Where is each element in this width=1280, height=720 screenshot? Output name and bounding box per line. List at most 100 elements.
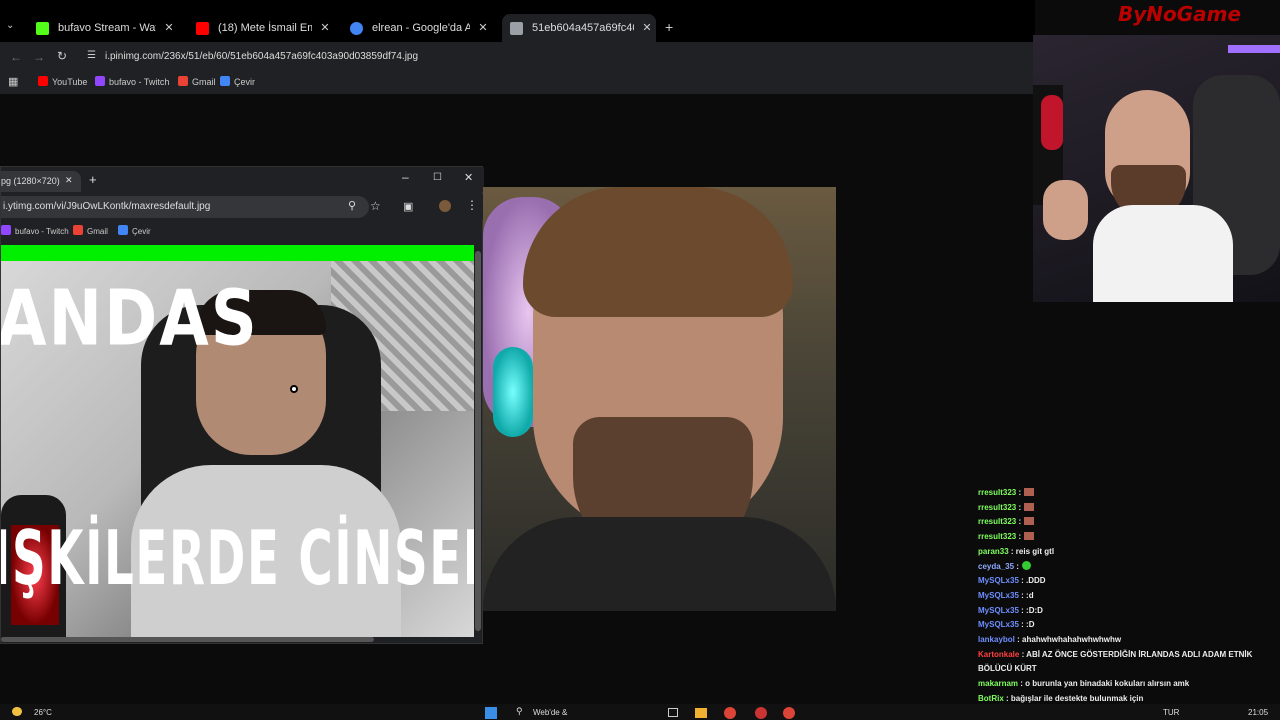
clock[interactable]: 21:05	[1248, 708, 1268, 717]
file-explorer-icon[interactable]	[695, 708, 707, 718]
chat-text: : ABİ AZ ÖNCE GÖSTERDİĞİN İRLANDAS ADLI …	[1021, 649, 1253, 659]
window2-bookmark[interactable]: Çevir	[118, 225, 151, 238]
chat-text: :	[1018, 488, 1022, 497]
tab-4[interactable]: 51eb604a457a69fc403a90d03 ✕	[502, 14, 656, 42]
horizontal-scrollbar[interactable]	[1, 637, 374, 642]
chat-username[interactable]: Kartonkale	[978, 650, 1019, 659]
tab-1[interactable]: bufavo Stream - Watch Live on ✕	[28, 14, 178, 42]
apps-grid-icon[interactable]: ▦	[8, 75, 18, 88]
zoom-icon[interactable]: ⚲	[348, 199, 356, 212]
window2-new-tab-button[interactable]: +	[89, 172, 97, 187]
window2-omnibox[interactable]: i.ytimg.com/vi/J9uOwLKontk/maxresdefault…	[1, 196, 369, 218]
forward-icon[interactable]: →	[33, 50, 45, 64]
chat-text: :	[1018, 502, 1022, 512]
chat-text: : .DDD	[1021, 576, 1046, 586]
tab-favicon-icon	[350, 22, 363, 35]
reload-icon[interactable]: ↻	[57, 49, 67, 63]
close-window-icon[interactable]: ✕	[464, 171, 473, 184]
extensions-icon[interactable]: ▣	[403, 200, 413, 213]
address-bar-row: ← → ↻ ☰ i.pinimg.com/236x/51/eb/60/51eb6…	[0, 42, 1035, 72]
window2-bookmark[interactable]: Gmail	[73, 225, 108, 238]
profile-avatar[interactable]	[439, 200, 451, 212]
tab-close-icon[interactable]: ✕	[160, 14, 178, 42]
bookmark-label: YouTube	[52, 77, 88, 87]
window2-tab[interactable]: pg (1280×720) ✕	[1, 171, 81, 192]
chat-message: MySQLx35 : :D	[978, 619, 1034, 630]
chat-username[interactable]: MySQLx35	[978, 606, 1019, 615]
back-icon[interactable]: ←	[10, 50, 22, 64]
chat-username[interactable]: rresult323	[978, 503, 1016, 512]
taskbar-search-icon[interactable]: ⚲	[516, 706, 523, 717]
brand-logo: ByNoGame	[1118, 2, 1242, 26]
menu-kebab-icon[interactable]: ⋮	[466, 198, 478, 212]
windows-start-icon[interactable]	[485, 707, 497, 719]
chat-panel: rresult323 : rresult323 : rresult323 : rres…	[978, 487, 1278, 718]
chat-text: : :D	[1021, 620, 1035, 630]
bookmark-bufavo-twitch[interactable]: bufavo - Twitch	[95, 76, 169, 88]
bookmark-label: Gmail	[87, 227, 108, 236]
tab-favicon-icon	[510, 22, 523, 35]
window2-url[interactable]: i.ytimg.com/vi/J9uOwLKontk/maxresdefault…	[3, 201, 210, 212]
chat-text: : o burunla yan binadaki kokuları alırsı…	[1020, 679, 1190, 689]
chat-message: lankaybol : ahahwhwhahahwhwhwhw	[978, 634, 1121, 645]
chrome-icon[interactable]	[724, 707, 736, 719]
weather-icon[interactable]	[12, 707, 22, 716]
chat-text: :	[1018, 517, 1022, 527]
chat-message: MySQLx35 : .DDD	[978, 575, 1046, 586]
weather-temp[interactable]: 26°C	[34, 708, 52, 717]
chat-text: : :D:D	[1021, 605, 1043, 615]
maximize-icon[interactable]: ☐	[433, 172, 442, 183]
chat-text: : :d	[1021, 590, 1034, 600]
tab-label: (18) Mete İsmail Emre'ye aram	[218, 22, 312, 34]
window2-bookmark[interactable]: bufavo - Twitch	[1, 225, 69, 238]
taskview-icon[interactable]	[668, 708, 678, 717]
taskbar-search[interactable]: Web'de &	[533, 708, 567, 717]
vertical-scrollbar[interactable]	[475, 251, 481, 631]
check-emote-icon	[1021, 560, 1031, 570]
chat-message: BÖLÜCÜ KÜRT	[978, 663, 1037, 674]
tab-list-chevron-icon[interactable]: ⌄	[6, 20, 14, 31]
chat-username[interactable]: lankaybol	[978, 635, 1015, 644]
minimize-icon[interactable]: –	[402, 170, 409, 184]
tab-bar: ⌄ bufavo Stream - Watch Live on✕ (18) Met…	[0, 0, 1035, 42]
site-info-icon[interactable]: ☰	[87, 50, 96, 61]
chat-username[interactable]: MySQLx35	[978, 591, 1019, 600]
new-tab-button[interactable]: +	[665, 19, 673, 35]
tab-close-icon[interactable]: ✕	[638, 14, 656, 42]
chat-message: MySQLx35 : :D:D	[978, 605, 1043, 616]
bookmark--evir[interactable]: Çevir	[220, 76, 255, 88]
chat-username[interactable]: makarnam	[978, 679, 1018, 688]
tab-close-icon[interactable]: ✕	[474, 14, 492, 42]
chat-username[interactable]: ceyda_35	[978, 562, 1014, 571]
chat-username[interactable]: BotRix	[978, 694, 1004, 703]
chat-username[interactable]: rresult323	[978, 532, 1016, 541]
streamer-webcam	[1033, 35, 1280, 302]
chat-username[interactable]: MySQLx35	[978, 620, 1019, 629]
chat-username[interactable]: rresult323	[978, 488, 1016, 497]
bookmarks-bar: ▦ YouTube bufavo - Twitch Gmail Çevir	[0, 72, 1035, 94]
chat-text: : reis git gtl	[1010, 546, 1055, 556]
chat-message: MySQLx35 : :d	[978, 590, 1034, 601]
chat-username[interactable]: paran33	[978, 547, 1009, 556]
app-icon[interactable]	[755, 707, 767, 719]
chat-text: :	[1016, 561, 1019, 571]
window2-tab-label: pg (1280×720)	[1, 176, 60, 186]
url-field[interactable]: i.pinimg.com/236x/51/eb/60/51eb604a457a6…	[105, 51, 418, 62]
tab-2[interactable]: (18) Mete İsmail Emre'ye aram ✕	[188, 14, 334, 42]
thumbnail-bottom-text: IŞKİLERDE CİNSELİ	[1, 515, 474, 603]
bookmark-icon	[73, 225, 83, 235]
bookmark-icon	[95, 76, 105, 86]
bookmark-gmail[interactable]: Gmail	[178, 76, 216, 88]
window2-tab-close-icon[interactable]: ✕	[65, 175, 73, 186]
tab-close-icon[interactable]: ✕	[316, 14, 334, 42]
chat-username[interactable]: rresult323	[978, 517, 1016, 526]
chat-username[interactable]: MySQLx35	[978, 576, 1019, 585]
secondary-browser-window: pg (1280×720) ✕ + – ☐ ✕ i.ytimg.com/vi/J…	[0, 166, 484, 644]
bookmark-star-icon[interactable]: ☆	[370, 199, 381, 213]
tab-3[interactable]: elrean - Google'da Ara ✕	[342, 14, 492, 42]
bookmark-icon	[220, 76, 230, 86]
emote-icon	[1024, 532, 1035, 541]
language-indicator[interactable]: TUR	[1163, 708, 1179, 717]
bookmark-youtube[interactable]: YouTube	[38, 76, 87, 88]
chrome-icon-2[interactable]	[783, 707, 795, 719]
